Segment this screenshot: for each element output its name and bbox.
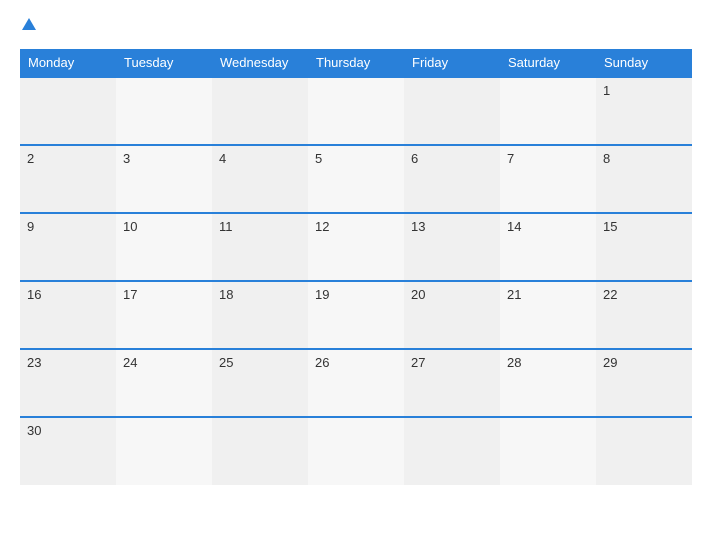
calendar-day-cell <box>308 77 404 145</box>
weekday-header-wednesday: Wednesday <box>212 49 308 77</box>
calendar-weekday-header: MondayTuesdayWednesdayThursdayFridaySatu… <box>20 49 692 77</box>
day-number: 18 <box>219 287 233 302</box>
calendar-day-cell: 7 <box>500 145 596 213</box>
day-number: 8 <box>603 151 610 166</box>
day-number: 30 <box>27 423 41 438</box>
calendar-day-cell <box>212 417 308 485</box>
calendar-day-cell: 22 <box>596 281 692 349</box>
day-number: 2 <box>27 151 34 166</box>
day-number: 21 <box>507 287 521 302</box>
calendar-day-cell: 8 <box>596 145 692 213</box>
calendar-day-cell: 21 <box>500 281 596 349</box>
weekday-header-tuesday: Tuesday <box>116 49 212 77</box>
calendar-day-cell <box>500 417 596 485</box>
calendar-day-cell: 4 <box>212 145 308 213</box>
calendar-day-cell: 19 <box>308 281 404 349</box>
logo <box>20 18 36 35</box>
calendar-header <box>20 18 692 35</box>
day-number: 14 <box>507 219 521 234</box>
day-number: 3 <box>123 151 130 166</box>
calendar-day-cell: 9 <box>20 213 116 281</box>
weekday-header-saturday: Saturday <box>500 49 596 77</box>
day-number: 1 <box>603 83 610 98</box>
calendar-week-row: 23 24 25 26 27 28 29 <box>20 349 692 417</box>
calendar-body: 1234567891011121314151617181920212223242… <box>20 77 692 485</box>
calendar-grid: MondayTuesdayWednesdayThursdayFridaySatu… <box>20 49 692 485</box>
day-number: 10 <box>123 219 137 234</box>
weekday-header-monday: Monday <box>20 49 116 77</box>
calendar-day-cell <box>404 77 500 145</box>
calendar-day-cell <box>500 77 596 145</box>
day-number: 28 <box>507 355 521 370</box>
day-number: 7 <box>507 151 514 166</box>
calendar-day-cell <box>212 77 308 145</box>
calendar-day-cell: 5 <box>308 145 404 213</box>
weekday-header-friday: Friday <box>404 49 500 77</box>
day-number: 15 <box>603 219 617 234</box>
weekday-row: MondayTuesdayWednesdayThursdayFridaySatu… <box>20 49 692 77</box>
calendar-day-cell: 12 <box>308 213 404 281</box>
day-number: 6 <box>411 151 418 166</box>
calendar-day-cell: 28 <box>500 349 596 417</box>
day-number: 20 <box>411 287 425 302</box>
calendar-day-cell: 27 <box>404 349 500 417</box>
calendar-day-cell: 11 <box>212 213 308 281</box>
calendar-day-cell: 2 <box>20 145 116 213</box>
calendar-day-cell <box>116 77 212 145</box>
day-number: 4 <box>219 151 226 166</box>
calendar-week-row: 9 10 11 12 13 14 15 <box>20 213 692 281</box>
calendar-day-cell: 30 <box>20 417 116 485</box>
calendar-day-cell <box>596 417 692 485</box>
calendar-week-row: 30 <box>20 417 692 485</box>
calendar-day-cell: 26 <box>308 349 404 417</box>
calendar-week-row: 16 17 18 19 20 21 22 <box>20 281 692 349</box>
calendar-day-cell: 17 <box>116 281 212 349</box>
calendar-day-cell: 20 <box>404 281 500 349</box>
calendar-day-cell <box>404 417 500 485</box>
weekday-header-thursday: Thursday <box>308 49 404 77</box>
calendar-week-row: 2 3 4 5 6 7 8 <box>20 145 692 213</box>
day-number: 5 <box>315 151 322 166</box>
day-number: 19 <box>315 287 329 302</box>
calendar-day-cell: 15 <box>596 213 692 281</box>
calendar-week-row: 1 <box>20 77 692 145</box>
calendar-day-cell: 23 <box>20 349 116 417</box>
day-number: 25 <box>219 355 233 370</box>
calendar-day-cell: 1 <box>596 77 692 145</box>
calendar-day-cell: 14 <box>500 213 596 281</box>
calendar-day-cell: 6 <box>404 145 500 213</box>
calendar-day-cell: 3 <box>116 145 212 213</box>
logo-triangle-icon <box>22 18 36 30</box>
day-number: 23 <box>27 355 41 370</box>
day-number: 27 <box>411 355 425 370</box>
day-number: 16 <box>27 287 41 302</box>
calendar-day-cell: 16 <box>20 281 116 349</box>
day-number: 17 <box>123 287 137 302</box>
calendar-day-cell <box>116 417 212 485</box>
calendar-day-cell: 13 <box>404 213 500 281</box>
day-number: 13 <box>411 219 425 234</box>
day-number: 12 <box>315 219 329 234</box>
day-number: 26 <box>315 355 329 370</box>
calendar-container: MondayTuesdayWednesdayThursdayFridaySatu… <box>0 0 712 550</box>
calendar-day-cell: 25 <box>212 349 308 417</box>
calendar-day-cell: 10 <box>116 213 212 281</box>
calendar-day-cell: 18 <box>212 281 308 349</box>
logo-general-text <box>20 18 36 35</box>
weekday-header-sunday: Sunday <box>596 49 692 77</box>
calendar-day-cell: 29 <box>596 349 692 417</box>
day-number: 9 <box>27 219 34 234</box>
calendar-day-cell <box>308 417 404 485</box>
calendar-day-cell <box>20 77 116 145</box>
day-number: 29 <box>603 355 617 370</box>
day-number: 24 <box>123 355 137 370</box>
day-number: 11 <box>219 219 233 234</box>
calendar-day-cell: 24 <box>116 349 212 417</box>
day-number: 22 <box>603 287 617 302</box>
